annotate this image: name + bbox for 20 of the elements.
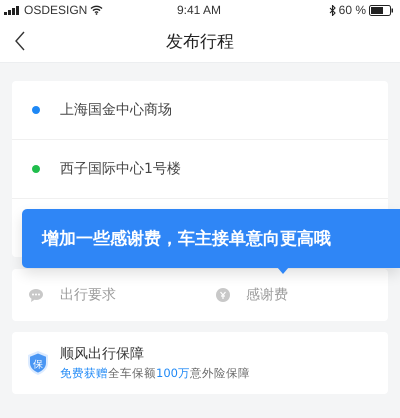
page-title: 发布行程 <box>166 30 234 52</box>
back-icon[interactable] <box>14 31 26 51</box>
location-name[interactable]: 上海国金中心商场 <box>60 101 172 119</box>
location-name[interactable]: 西子国际中心1号楼 <box>60 160 181 178</box>
carrier-name: OSDESIGN <box>24 3 88 17</box>
battery-icon <box>369 4 394 16</box>
option-field[interactable]: 感谢费 <box>244 286 358 304</box>
coin-icon <box>216 288 230 302</box>
option-field[interactable]: 出行要求 <box>58 286 172 304</box>
bluetooth-icon <box>328 4 336 16</box>
status-time: 9:41 AM <box>176 3 222 17</box>
chat-icon <box>28 288 44 302</box>
guarantee-description: 免费获赠全车保额100万意外险保障 <box>60 366 250 381</box>
tooltip-pointer <box>277 267 289 274</box>
tooltip: 增加一些感谢费，车主接单意向更高哦 <box>22 209 400 268</box>
shield-icon: 保 <box>26 350 50 376</box>
battery-percent: 60 % <box>338 3 366 17</box>
guarantee-title: 顺风出行保障 <box>60 345 145 363</box>
signal-icon <box>4 6 21 14</box>
wifi-icon <box>90 5 104 15</box>
